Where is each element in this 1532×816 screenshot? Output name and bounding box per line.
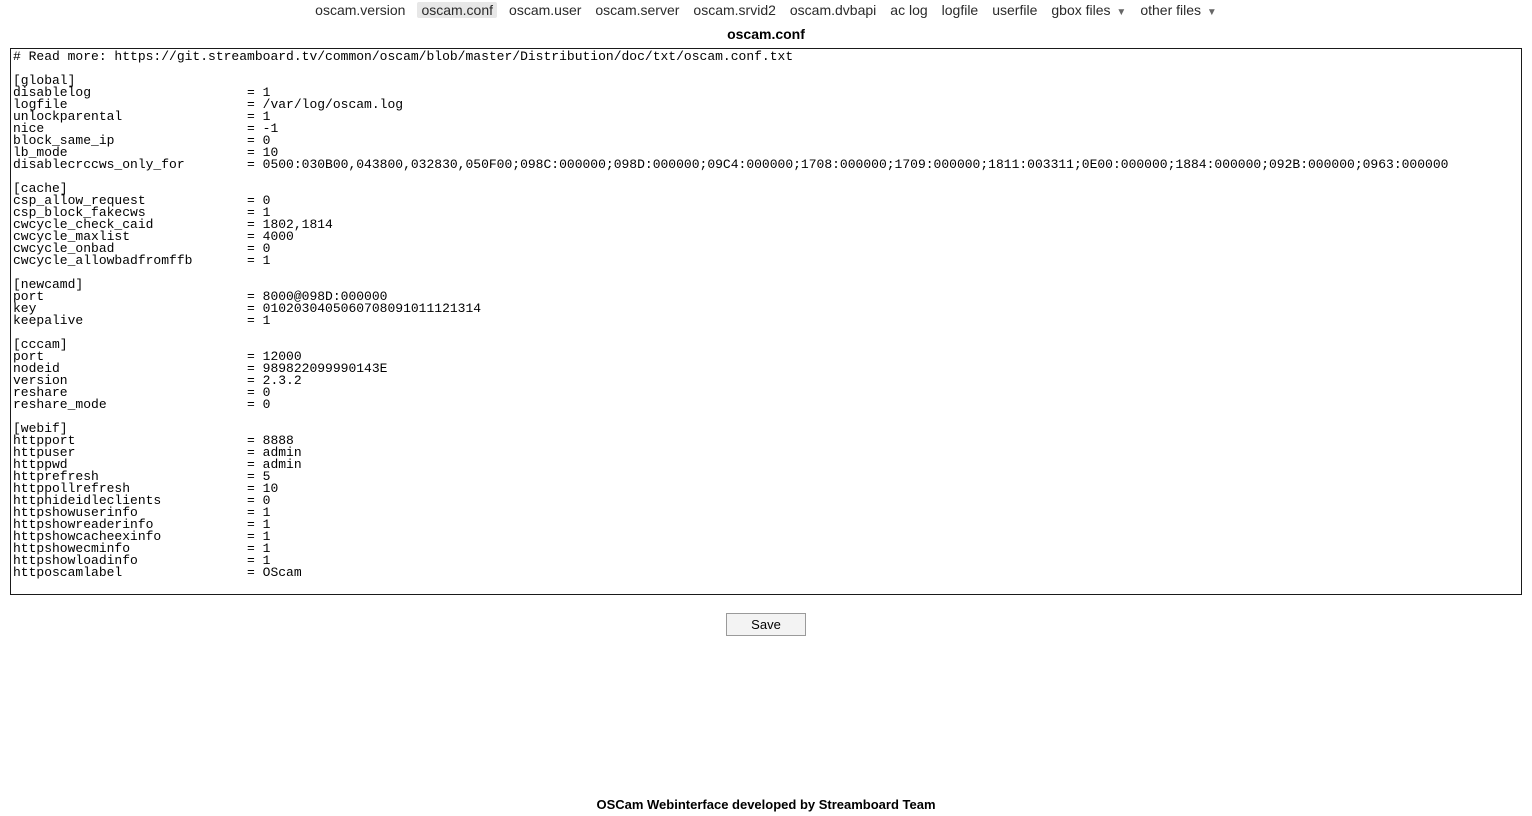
config-editor[interactable] bbox=[11, 49, 1521, 589]
tab-logfile[interactable]: logfile bbox=[940, 2, 981, 18]
tab-userfile[interactable]: userfile bbox=[990, 2, 1039, 18]
save-row: Save bbox=[0, 613, 1532, 636]
tab-oscam-conf[interactable]: oscam.conf bbox=[417, 2, 497, 18]
tab-oscam-version[interactable]: oscam.version bbox=[313, 2, 407, 18]
chevron-down-icon: ▼ bbox=[1207, 7, 1217, 18]
tab-ac-log[interactable]: ac log bbox=[888, 2, 929, 18]
tab-oscam-srvid2[interactable]: oscam.srvid2 bbox=[691, 2, 777, 18]
save-button[interactable]: Save bbox=[726, 613, 806, 636]
tab-oscam-dvbapi[interactable]: oscam.dvbapi bbox=[788, 2, 878, 18]
tab-other-files[interactable]: other files ▼ bbox=[1138, 2, 1219, 18]
tab-gbox-files[interactable]: gbox files ▼ bbox=[1049, 2, 1128, 18]
page-title: oscam.conf bbox=[0, 26, 1532, 42]
editor-container bbox=[10, 48, 1522, 595]
footer-text: OSCam Webinterface developed by Streambo… bbox=[0, 793, 1532, 816]
tab-oscam-server[interactable]: oscam.server bbox=[593, 2, 681, 18]
chevron-down-icon: ▼ bbox=[1116, 7, 1126, 18]
file-tabs-nav: oscam.version oscam.conf oscam.user oscam.s… bbox=[0, 0, 1532, 20]
tab-oscam-user[interactable]: oscam.user bbox=[507, 2, 583, 18]
